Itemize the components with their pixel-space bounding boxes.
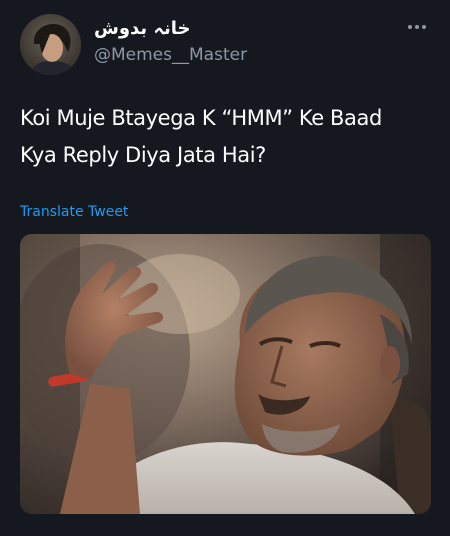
more-options-icon[interactable] — [408, 22, 430, 32]
tweet-card: خانہ بدوش @Memes__Master Koi Muje Btayeg… — [0, 0, 450, 536]
tweet-media-image[interactable] — [20, 234, 431, 514]
tweet-text: Koi Muje Btayega K “HMM” Ke Baad Kya Rep… — [20, 100, 435, 174]
translate-tweet-link[interactable]: Translate Tweet — [20, 204, 128, 220]
dot — [422, 25, 426, 29]
avatar[interactable] — [20, 14, 81, 75]
tweet-text-line-2: Kya Reply Diya Jata Hai? — [20, 143, 266, 167]
tweet-text-line-1: Koi Muje Btayega K “HMM” Ke Baad — [20, 106, 382, 130]
dot — [415, 25, 419, 29]
avatar-image — [20, 14, 81, 75]
photo-man-thinking-icon — [20, 234, 431, 514]
user-handle[interactable]: @Memes__Master — [94, 45, 247, 65]
display-name[interactable]: خانہ بدوش — [94, 18, 191, 39]
dot — [408, 25, 412, 29]
